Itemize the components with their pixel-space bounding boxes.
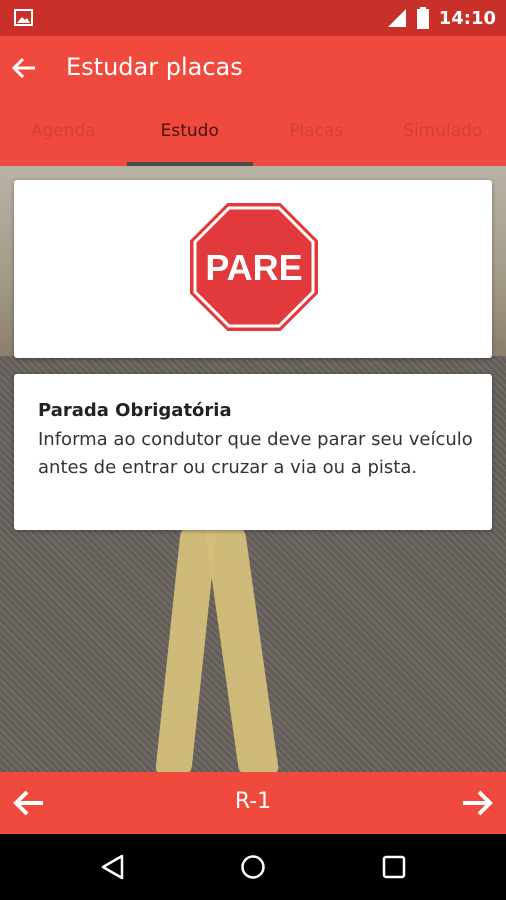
tab-label: Agenda [30,121,96,141]
tab-placas[interactable]: Placas [253,100,380,166]
signal-icon [387,9,406,27]
tab-bar: Agenda Estudo Placas Simulado [0,100,506,166]
system-nav-bar [0,834,506,900]
nav-recents-icon[interactable] [381,854,407,880]
sign-text: PARE [205,247,302,288]
tab-label: Simulado [403,121,483,141]
sign-card: PARE [14,180,492,358]
tab-label: Estudo [160,121,219,141]
arrow-left-icon[interactable] [10,54,38,82]
status-bar: 14:10 [0,0,506,36]
tab-simulado[interactable]: Simulado [380,100,506,166]
sign-code: R-1 [234,789,272,814]
page-title: Estudar placas [66,53,243,81]
image-icon [14,9,33,26]
sign-description: Informa ao condutor que deve parar seu v… [38,429,473,478]
stop-sign-icon: PARE [190,203,318,331]
bottom-bar: R-1 [0,772,506,834]
clock: 14:10 [438,7,496,29]
info-card: Parada Obrigatória Informa ao condutor q… [14,374,492,530]
tab-label: Placas [289,121,344,141]
nav-home-icon[interactable] [240,854,266,880]
sign-name: Parada Obrigatória [38,400,232,421]
tab-agenda[interactable]: Agenda [0,100,127,166]
battery-icon [416,7,429,29]
nav-back-icon[interactable] [100,854,126,880]
tab-estudo[interactable]: Estudo [126,100,253,166]
next-sign-button[interactable] [460,787,494,819]
app-bar: Estudar placas [0,36,506,100]
